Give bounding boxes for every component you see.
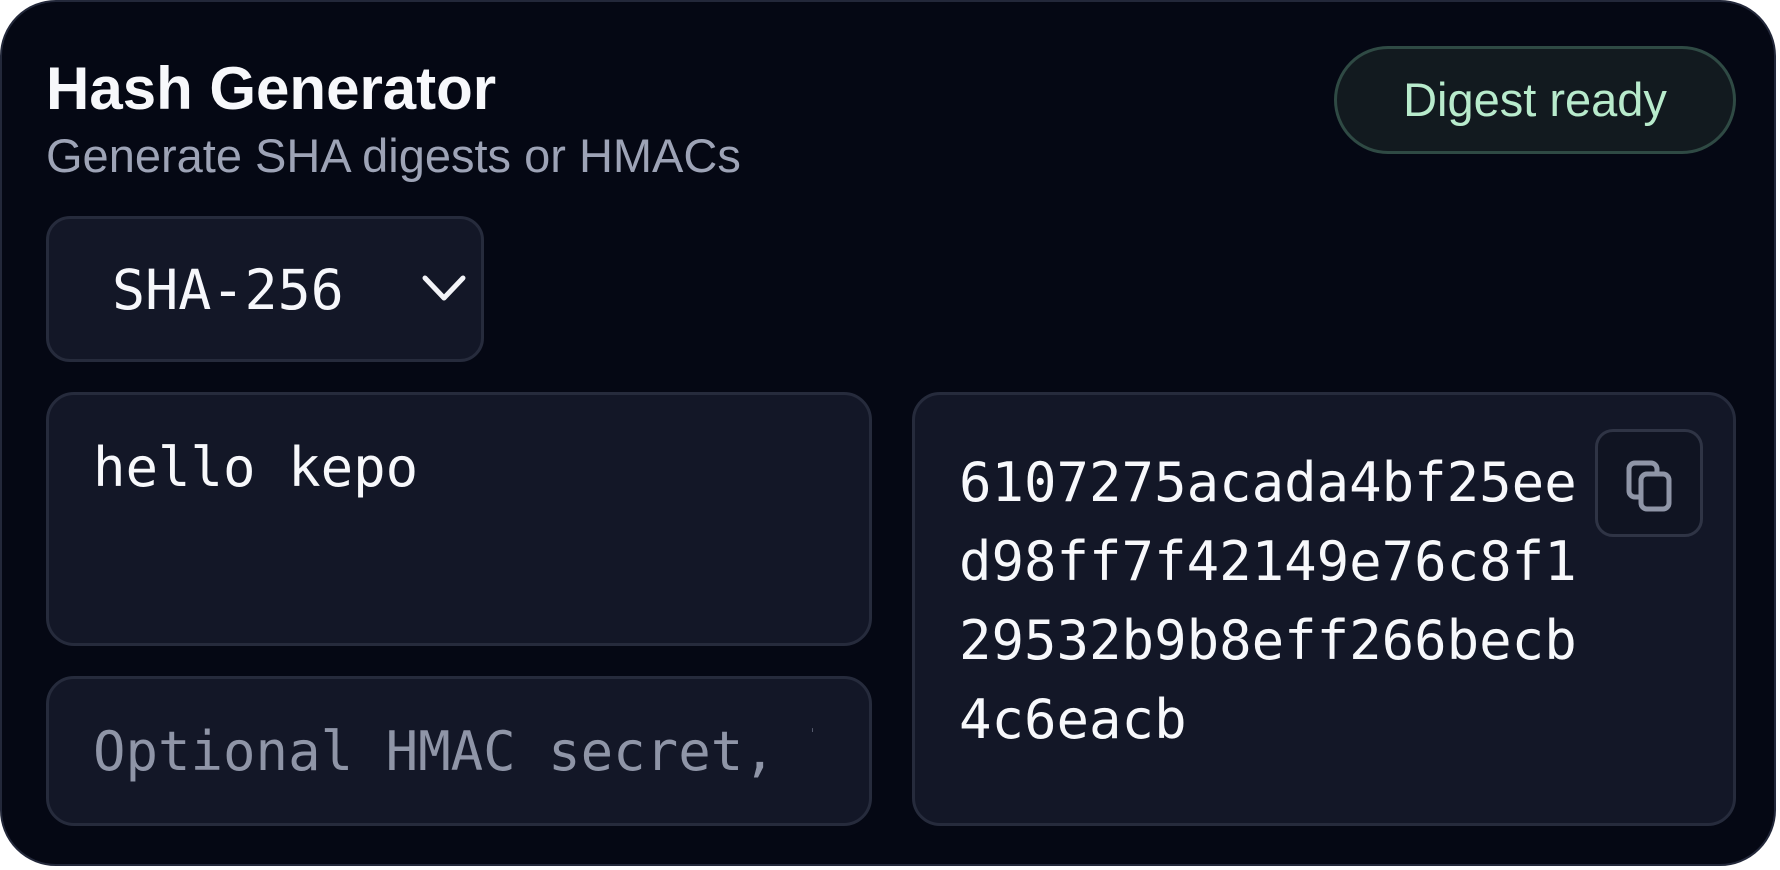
algorithm-select[interactable]: SHA-256	[46, 216, 484, 362]
status-badge: Digest ready	[1334, 46, 1736, 154]
page-subtitle: Generate SHA digests or HMACs	[46, 129, 741, 182]
digest-output-panel: 6107275acada4bf25eed98ff7f42149e76c8f129…	[912, 392, 1736, 826]
copy-icon	[1626, 460, 1672, 512]
copy-button[interactable]	[1595, 429, 1703, 537]
page-title: Hash Generator	[46, 55, 497, 122]
chevron-down-icon	[422, 275, 466, 301]
hash-generator-card: Hash Generator Generate SHA digests or H…	[0, 0, 1776, 866]
message-input-value: hello kepo	[93, 436, 419, 499]
message-input[interactable]: hello kepo	[46, 392, 872, 646]
digest-output: 6107275acada4bf25eed98ff7f42149e76c8f129…	[959, 451, 1577, 751]
algorithm-selected-value: SHA-256	[112, 258, 344, 322]
hmac-secret-input[interactable]: Optional HMAC secret, l	[46, 676, 872, 826]
hmac-secret-placeholder: Optional HMAC secret, l	[93, 720, 813, 783]
